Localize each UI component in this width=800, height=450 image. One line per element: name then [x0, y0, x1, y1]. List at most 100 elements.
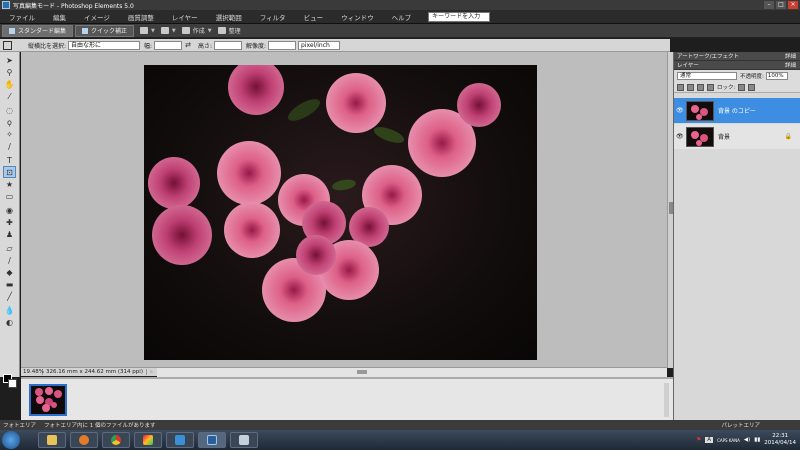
move-tool-icon[interactable]: ➤ — [4, 55, 15, 65]
network-icon[interactable]: ▮▮ — [754, 437, 760, 443]
photo-bin-thumbnail[interactable] — [29, 384, 67, 416]
chevron-down-icon: ▼ — [207, 27, 212, 34]
adjustment-layer-icon[interactable] — [687, 83, 694, 91]
artwork-effects-title: アートワーク/エフェクト — [677, 54, 740, 60]
taskbar-photo-viewer[interactable] — [166, 432, 194, 448]
lock-all-icon[interactable] — [748, 83, 756, 91]
hand-tool-icon[interactable]: ✋ — [4, 79, 15, 89]
width-field[interactable] — [154, 40, 183, 50]
sponge-tool-icon[interactable]: ◐ — [4, 317, 15, 327]
eraser-tool-icon[interactable]: ▱ — [4, 243, 15, 253]
brush-tool-icon[interactable]: ∕ — [4, 255, 15, 265]
ime-mode-label[interactable]: CAPS KANA — [717, 438, 740, 443]
minimize-icon[interactable]: – — [764, 1, 774, 9]
blend-mode-select[interactable]: 通常 — [677, 72, 737, 80]
artwork-more-button[interactable]: 詳細 — [785, 52, 796, 60]
photo-bin-toggle[interactable]: フォトエリア — [3, 421, 36, 429]
menu-edit[interactable]: 編集 — [44, 12, 75, 22]
artwork-effects-panel-header[interactable]: アートワーク/エフェクト 詳細 — [674, 52, 800, 61]
palette-bin-toggle[interactable]: パレットエリア — [721, 421, 760, 429]
chevron-down-icon: ▼ — [151, 27, 155, 34]
share-icon — [160, 27, 169, 34]
red-eye-tool-icon[interactable]: ◉ — [4, 205, 15, 215]
taskbar-photoshop-elements[interactable] — [198, 432, 226, 448]
type-tool-icon[interactable]: T — [4, 155, 15, 165]
blur-tool-icon[interactable]: 💧 — [4, 305, 15, 315]
start-button[interactable] — [2, 431, 20, 449]
canvas-area[interactable] — [21, 52, 667, 367]
layers-more-button[interactable]: 詳細 — [785, 61, 796, 69]
clock[interactable]: 22:31 2014/04/14 — [764, 433, 796, 447]
lasso-tool-icon[interactable]: ϙ — [4, 117, 15, 127]
layers-panel-header[interactable]: レイヤー 詳細 — [674, 61, 800, 70]
lock-icon: 🔒 — [784, 133, 792, 140]
menu-help[interactable]: ヘルプ — [383, 12, 421, 22]
menu-image[interactable]: イメージ — [75, 12, 119, 22]
gradient-tool-icon[interactable]: ▬ — [4, 279, 15, 289]
menu-enhance[interactable]: 画質調整 — [119, 12, 163, 22]
aspect-ratio-select[interactable]: 自由な形に — [68, 40, 141, 50]
zoom-tool-icon[interactable]: ⚲ — [4, 67, 15, 77]
crop-tool-icon[interactable]: ⊡ — [3, 166, 16, 178]
taskbar-media-player[interactable] — [70, 432, 98, 448]
menu-select[interactable]: 選択範囲 — [207, 12, 251, 22]
opacity-field[interactable]: 100% — [765, 72, 788, 80]
zoom-level[interactable]: 19.48% — [21, 369, 44, 375]
taskbar-paint[interactable] — [230, 432, 258, 448]
paint-icon — [239, 435, 249, 445]
height-field[interactable] — [213, 40, 242, 50]
speaker-icon[interactable]: ◀) — [744, 437, 750, 443]
print-button[interactable]: ▼ — [140, 27, 155, 34]
swap-dimensions-icon[interactable]: ⇄ — [185, 41, 191, 49]
shape-tool-icon[interactable]: ╱ — [4, 291, 15, 301]
share-button[interactable]: ▼ — [160, 27, 176, 34]
photo-bin-scrollbar[interactable] — [664, 383, 669, 417]
healing-brush-tool-icon[interactable]: ✚ — [4, 217, 15, 227]
thumbnail-image — [35, 387, 62, 412]
clone-stamp-tool-icon[interactable]: ♟ — [4, 229, 15, 239]
delete-layer-icon[interactable] — [697, 83, 704, 91]
marquee-tool-icon[interactable]: ◌ — [4, 105, 15, 115]
visibility-eye-icon[interactable]: 👁 — [676, 133, 684, 140]
create-button[interactable]: 作成 ▼ — [181, 26, 212, 35]
azalea-photo[interactable] — [144, 65, 537, 360]
status-menu-icon[interactable]: ▶ — [147, 369, 157, 375]
layer-row-background-copy[interactable]: 👁 背景 のコピー — [674, 98, 800, 123]
eyedropper-tool-icon[interactable]: ⁄ — [4, 91, 15, 101]
organize-button[interactable]: 整理 — [217, 26, 241, 35]
paint-bucket-tool-icon[interactable]: ◆ — [4, 267, 15, 277]
scroll-thumb[interactable] — [356, 369, 367, 374]
cookie-cutter-tool-icon[interactable]: ★ — [4, 179, 15, 189]
ime-indicator[interactable]: A — [705, 437, 714, 443]
tool-options-bar: 縦横比を選択: 自由な形に 幅: ⇄ 高さ: 解像度: pixel/inch — [0, 39, 670, 52]
flag-icon[interactable]: ⚑ — [696, 437, 701, 443]
maximize-icon[interactable]: □ — [776, 1, 786, 9]
close-icon[interactable]: × — [788, 1, 798, 9]
mode-bar: スタンダード編集 クイック補正 ▼ ▼ 作成 ▼ 整理 — [0, 24, 800, 38]
photo-bin-info: フォトエリア内に 1 個のファイルがあります — [44, 423, 156, 429]
standard-edit-button[interactable]: スタンダード編集 — [2, 24, 74, 37]
help-search-input[interactable]: キーワードを入力 — [428, 11, 491, 22]
lock-transparency-icon[interactable] — [738, 83, 746, 91]
taskbar-chrome[interactable] — [102, 432, 130, 448]
layer-row-background[interactable]: 👁 背景 🔒 — [674, 124, 800, 149]
menu-file[interactable]: ファイル — [0, 12, 44, 22]
selection-brush-tool-icon[interactable]: ∕ — [4, 141, 15, 151]
background-color-swatch[interactable] — [8, 379, 17, 388]
straighten-tool-icon[interactable]: ▭ — [4, 191, 15, 201]
new-layer-icon[interactable] — [677, 83, 684, 91]
menu-view[interactable]: ビュー — [295, 12, 333, 22]
layer-toolbar: ロック: — [674, 82, 800, 93]
menu-filter[interactable]: フィルタ — [251, 12, 295, 22]
magic-wand-tool-icon[interactable]: ✧ — [4, 129, 15, 139]
quick-fix-button[interactable]: クイック補正 — [75, 24, 135, 37]
taskbar-explorer[interactable] — [38, 432, 66, 448]
canvas-horizontal-scrollbar[interactable] — [156, 367, 667, 377]
taskbar-gallery[interactable] — [134, 432, 162, 448]
visibility-eye-icon[interactable]: 👁 — [676, 107, 684, 114]
menu-layer[interactable]: レイヤー — [163, 12, 207, 22]
link-layers-icon[interactable] — [707, 83, 714, 91]
resolution-field[interactable] — [268, 40, 296, 50]
resolution-unit-select[interactable]: pixel/inch — [298, 40, 340, 50]
menu-window[interactable]: ウィンドウ — [332, 12, 383, 22]
